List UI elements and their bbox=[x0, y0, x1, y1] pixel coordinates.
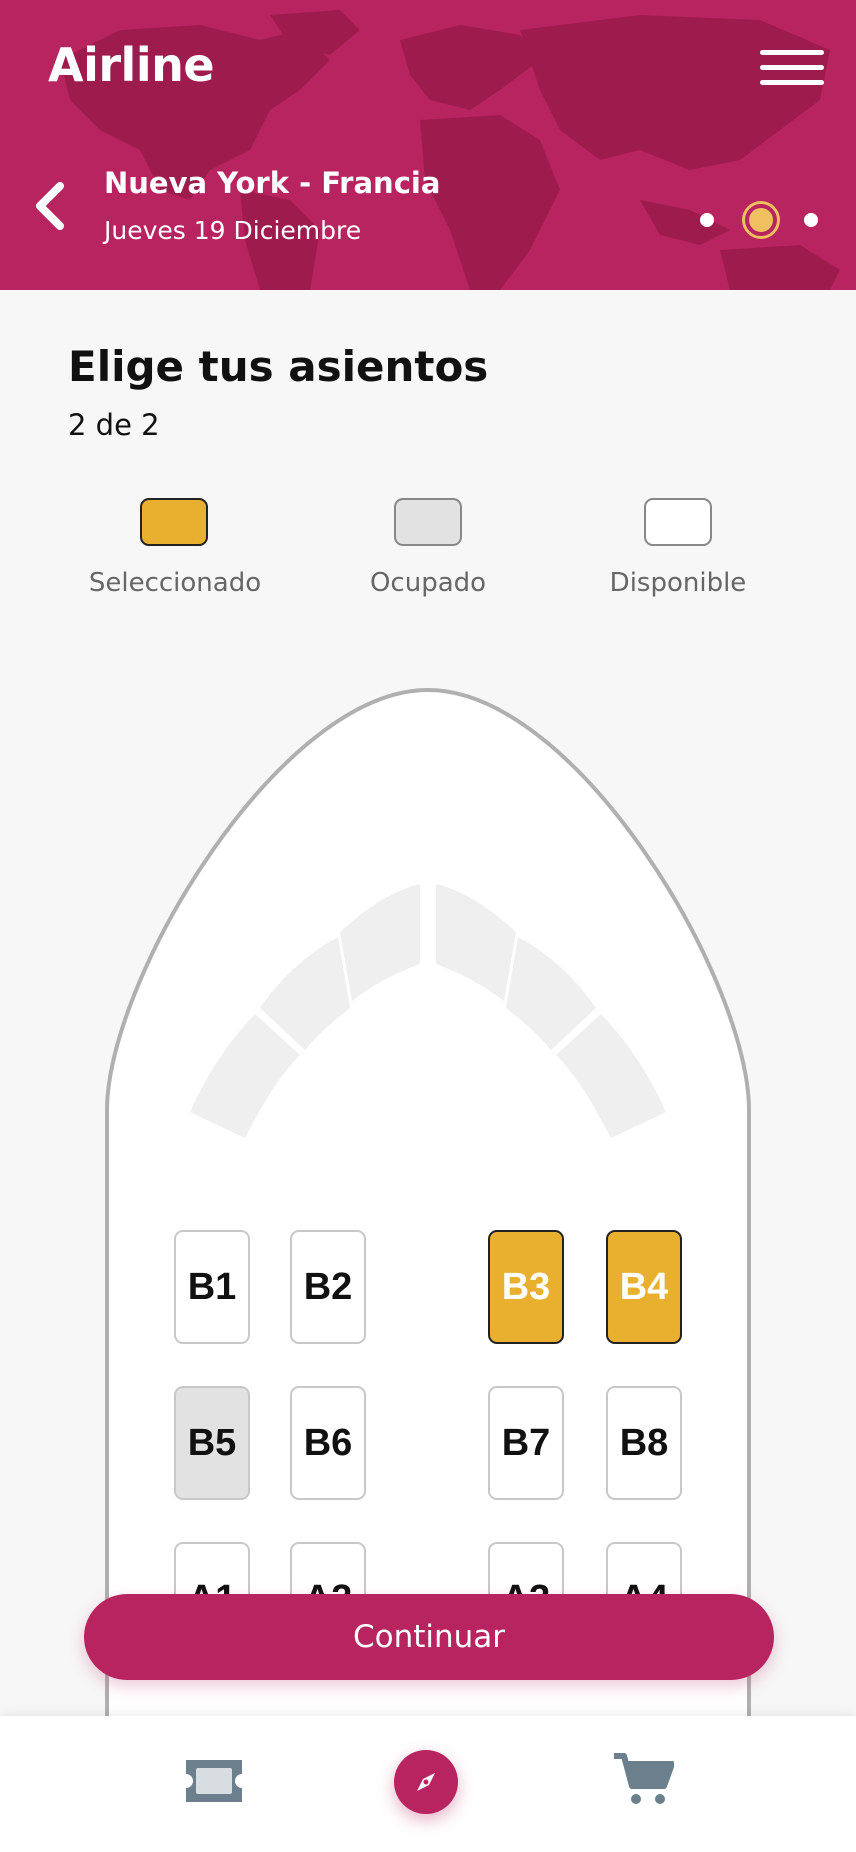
bottom-navigation bbox=[0, 1716, 856, 1852]
legend-selected-swatch bbox=[140, 498, 208, 546]
seat-b4[interactable]: B4 bbox=[606, 1230, 682, 1344]
legend-occupied-label: Ocupado bbox=[369, 568, 487, 598]
back-button[interactable] bbox=[30, 178, 70, 234]
compass-icon bbox=[417, 1773, 435, 1791]
nav-cart[interactable] bbox=[612, 1752, 675, 1812]
nav-tickets[interactable] bbox=[182, 1756, 246, 1810]
seat-b7[interactable]: B7 bbox=[488, 1386, 564, 1500]
app-header: Airline Nueva York - Francia Jueves 19 D… bbox=[0, 0, 856, 290]
seat-map: B1B2B3B4B5B6B7B8A1A2A3A4 bbox=[0, 680, 856, 1720]
app-title: Airline bbox=[48, 38, 215, 92]
page-title: Elige tus asientos bbox=[68, 342, 489, 391]
seat-b3[interactable]: B3 bbox=[488, 1230, 564, 1344]
chevron-left-icon bbox=[36, 182, 64, 230]
nav-explore-active[interactable] bbox=[394, 1750, 458, 1814]
legend-available-label: Disponible bbox=[609, 568, 747, 598]
legend-occupied-swatch bbox=[394, 498, 462, 546]
seat-b2[interactable]: B2 bbox=[290, 1230, 366, 1344]
continue-button[interactable]: Continuar bbox=[84, 1594, 774, 1680]
legend-selected-label: Seleccionado bbox=[88, 568, 262, 598]
legend-available-swatch bbox=[644, 498, 712, 546]
menu-button[interactable] bbox=[760, 50, 824, 86]
plane-fuselage bbox=[105, 687, 751, 1720]
trip-route: Nueva York - Francia bbox=[104, 166, 441, 200]
step-indicator-3 bbox=[804, 213, 818, 227]
trip-date: Jueves 19 Diciembre bbox=[104, 216, 362, 245]
cart-icon bbox=[614, 1753, 675, 1804]
seat-b1[interactable]: B1 bbox=[174, 1230, 250, 1344]
seat-counter: 2 de 2 bbox=[68, 408, 160, 442]
step-indicator-2-active bbox=[745, 204, 777, 236]
ticket-icon bbox=[186, 1760, 242, 1802]
hamburger-icon bbox=[760, 50, 824, 55]
seat-b8[interactable]: B8 bbox=[606, 1386, 682, 1500]
seat-b6[interactable]: B6 bbox=[290, 1386, 366, 1500]
step-indicator-1 bbox=[700, 213, 714, 227]
seat-b5: B5 bbox=[174, 1386, 250, 1500]
